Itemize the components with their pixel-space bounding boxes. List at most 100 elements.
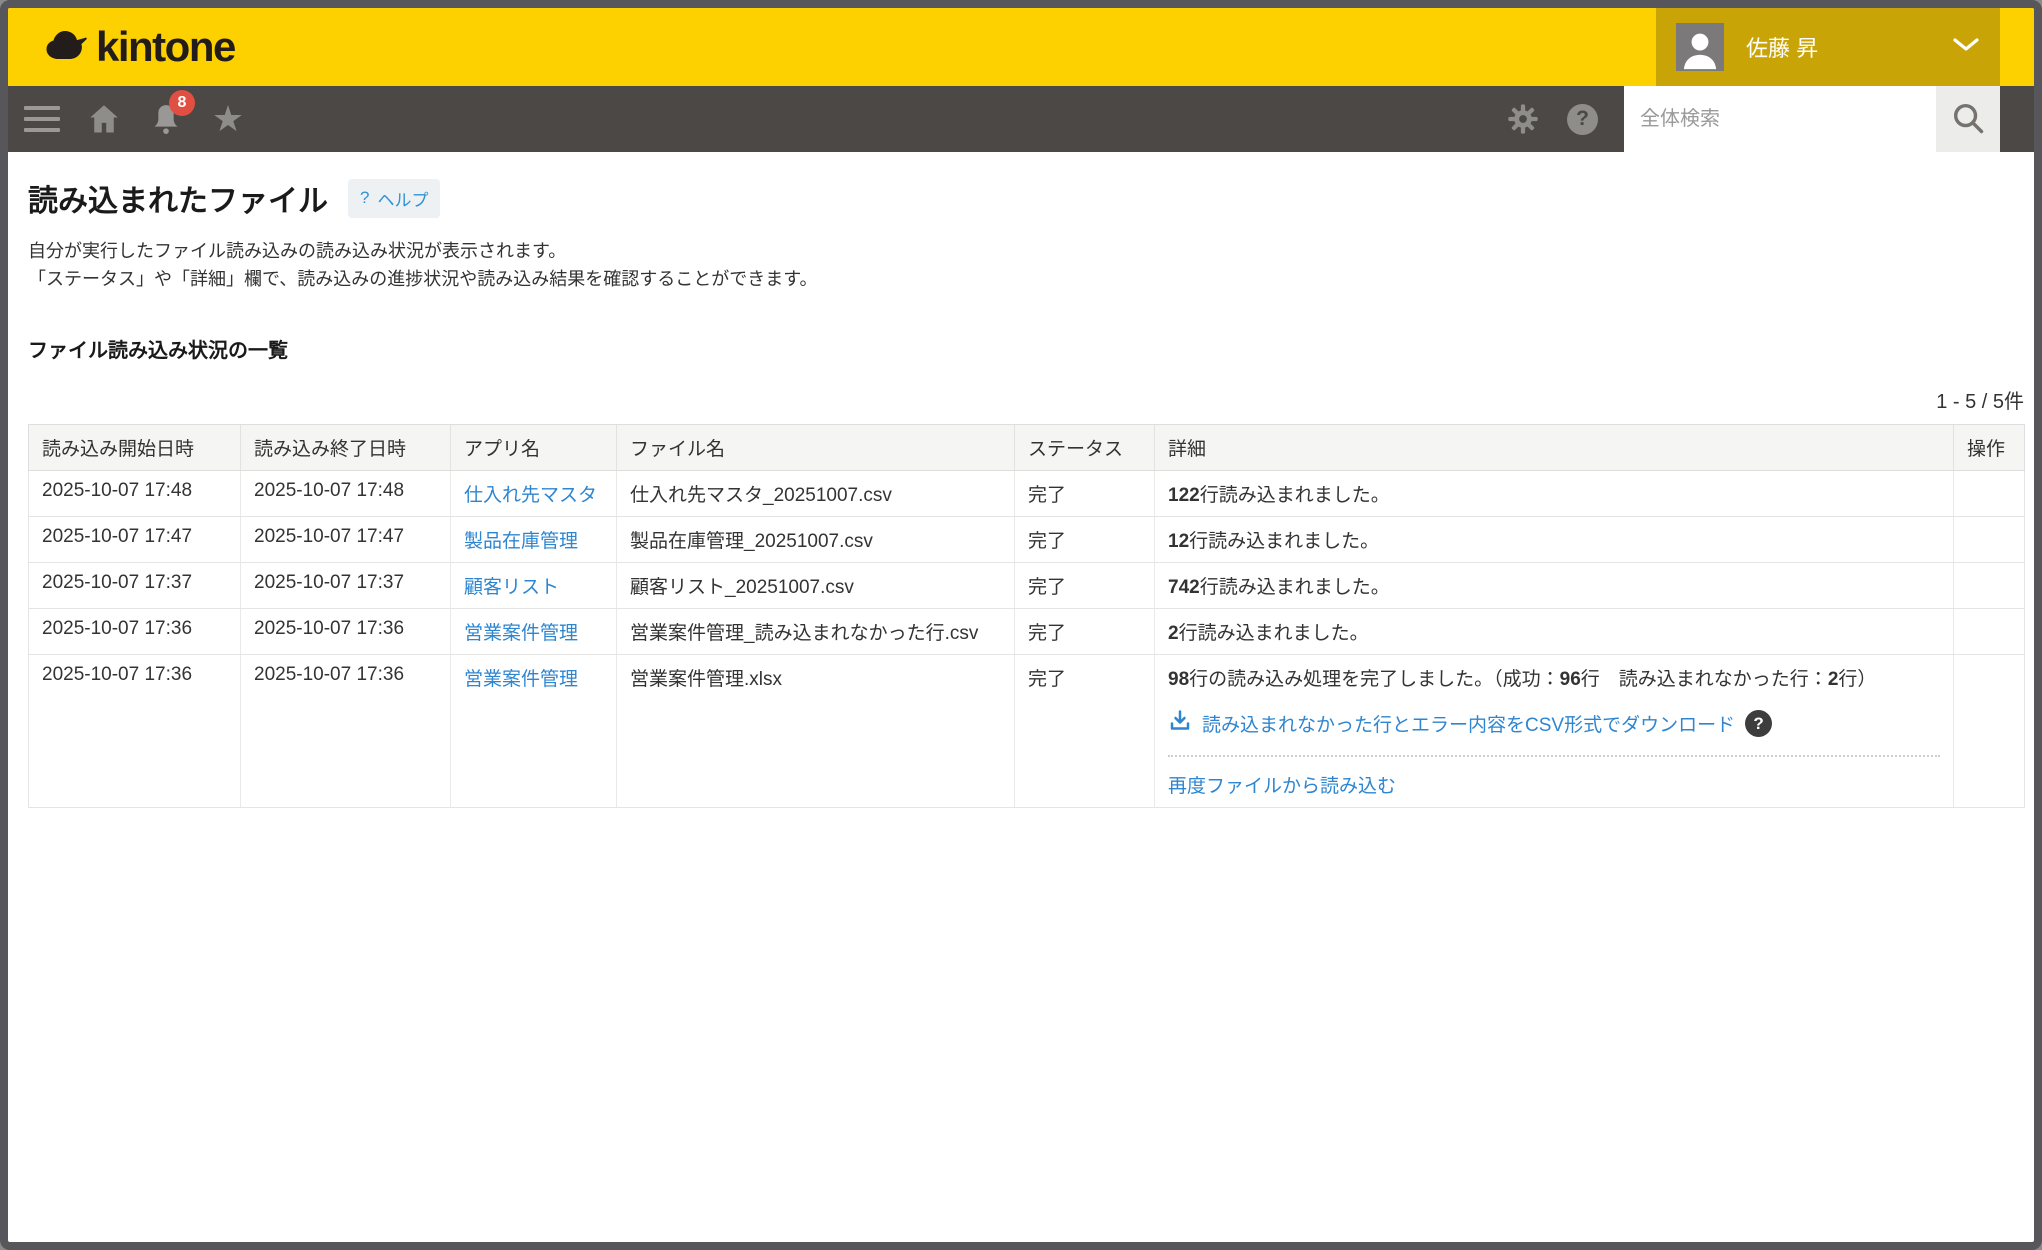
nav-left-icons: 8 ★ [8,96,248,142]
end-time-cell: 2025-10-07 17:48 [241,470,451,516]
notifications-bell-icon[interactable]: 8 [146,96,186,142]
app-link[interactable]: 仕入れ先マスタ [464,485,597,506]
app-name-cell: 顧客リスト [451,562,617,608]
table-row: 2025-10-07 17:48 2025-10-07 17:48 仕入れ先マス… [29,470,2025,516]
end-time-cell: 2025-10-07 17:47 [241,516,451,562]
notification-badge: 8 [169,90,195,116]
detail-row-count: 2 [1168,623,1179,644]
user-menu[interactable]: 佐藤 昇 [1656,8,2000,86]
detail-text: 行読み込まれました。 [1200,577,1390,598]
chevron-down-icon [1952,37,1980,58]
import-status-table: 読み込み開始日時 読み込み終了日時 アプリ名 ファイル名 ステータス 詳細 操作… [28,424,2025,808]
col-header-start-time: 読み込み開始日時 [29,424,241,470]
action-cell [1954,608,2025,654]
question-icon: ? [360,188,369,208]
action-cell [1954,516,2025,562]
summary-text: 行の読み込み処理を完了しました。（成功： [1189,669,1560,690]
detail-text: 行読み込まれました。 [1179,623,1369,644]
app-link[interactable]: 顧客リスト [464,577,559,598]
help-icon[interactable]: ? [1567,104,1598,135]
kintone-logo[interactable]: kintone [8,23,235,71]
file-name-cell: 営業案件管理.xlsx [617,654,1015,807]
success-rows-count: 96 [1560,669,1581,690]
top-bar: kintone 佐藤 昇 [8,8,2034,86]
detail-row-count: 742 [1168,577,1200,598]
status-cell: 完了 [1015,562,1155,608]
action-cell [1954,654,2025,807]
search-icon [1950,100,1986,139]
page-content: 読み込まれたファイル ? ヘルプ 自分が実行したファイル読み込みの読み込み状況が… [8,152,2034,808]
nav-right-cluster: ? [1503,86,2034,152]
end-time-cell: 2025-10-07 17:37 [241,562,451,608]
app-link[interactable]: 営業案件管理 [464,669,578,690]
col-header-file-name: ファイル名 [617,424,1015,470]
user-avatar-icon [1676,23,1724,71]
detail-cell: 122行読み込まれました。 [1155,470,1954,516]
page-title: 読み込まれたファイル [28,176,328,220]
file-name-cell: 仕入れ先マスタ_20251007.csv [617,470,1015,516]
status-cell: 完了 [1015,470,1155,516]
start-time-cell: 2025-10-07 17:48 [29,470,241,516]
section-title: ファイル読み込み状況の一覧 [28,334,2018,363]
end-time-cell: 2025-10-07 17:36 [241,654,451,807]
logo-wordmark: kintone [96,23,235,71]
search-input[interactable] [1624,86,1936,152]
col-header-status: ステータス [1015,424,1155,470]
cloud-logo-icon [44,28,90,67]
summary-text: 行 読み込まれなかった行： [1581,669,1828,690]
download-icon [1168,709,1192,739]
col-header-detail: 詳細 [1155,424,1954,470]
search-button[interactable] [1936,86,2000,152]
end-time-cell: 2025-10-07 17:36 [241,608,451,654]
detail-row-count: 12 [1168,531,1189,552]
col-header-app-name: アプリ名 [451,424,617,470]
import-summary: 98行の読み込み処理を完了しました。（成功：96行 読み込まれなかった行：2行） [1168,664,1940,691]
favorites-star-icon[interactable]: ★ [208,96,248,142]
detail-row-count: 122 [1168,485,1200,506]
table-row: 2025-10-07 17:36 2025-10-07 17:36 営業案件管理… [29,654,2025,807]
page-help-link[interactable]: ? ヘルプ [348,179,440,218]
global-search [1624,86,2000,152]
hamburger-menu-icon[interactable] [22,96,62,142]
file-name-cell: 顧客リスト_20251007.csv [617,562,1015,608]
download-help-icon[interactable]: ? [1745,710,1772,737]
help-label: ヘルプ [377,186,428,211]
detail-cell: 2行読み込まれました。 [1155,608,1954,654]
description-line-2: 「ステータス」や「詳細」欄で、読み込みの進捗状況や読み込み結果を確認することがで… [28,266,2018,294]
summary-text: 行） [1838,669,1876,690]
start-time-cell: 2025-10-07 17:47 [29,516,241,562]
nav-bar: 8 ★ [8,86,2034,152]
download-error-csv-link[interactable]: 読み込まれなかった行とエラー内容をCSV形式でダウンロード [1202,710,1735,737]
table-header-row: 読み込み開始日時 読み込み終了日時 アプリ名 ファイル名 ステータス 詳細 操作 [29,424,2025,470]
failed-rows-count: 2 [1828,669,1839,690]
app-name-cell: 営業案件管理 [451,608,617,654]
pagination-count: 1 - 5 / 5件 [28,385,2024,414]
action-cell [1954,470,2025,516]
start-time-cell: 2025-10-07 17:36 [29,654,241,807]
start-time-cell: 2025-10-07 17:37 [29,562,241,608]
detail-cell: 12行読み込まれました。 [1155,516,1954,562]
table-row: 2025-10-07 17:47 2025-10-07 17:47 製品在庫管理… [29,516,2025,562]
app-name-cell: 営業案件管理 [451,654,617,807]
file-name-cell: 営業案件管理_読み込まれなかった行.csv [617,608,1015,654]
retry-import-link[interactable]: 再度ファイルから読み込む [1168,776,1396,797]
app-link[interactable]: 製品在庫管理 [464,531,578,552]
home-icon[interactable] [84,96,124,142]
table-row: 2025-10-07 17:36 2025-10-07 17:36 営業案件管理… [29,608,2025,654]
status-cell: 完了 [1015,654,1155,807]
detail-text: 行読み込まれました。 [1200,485,1390,506]
detail-divider [1168,755,1940,757]
status-cell: 完了 [1015,608,1155,654]
user-name: 佐藤 昇 [1746,31,1952,63]
app-window: kintone 佐藤 昇 [0,0,2042,1250]
page-description: 自分が実行したファイル読み込みの読み込み状況が表示されます。 「ステータス」や「… [28,238,2018,294]
app-link[interactable]: 営業案件管理 [464,623,578,644]
col-header-end-time: 読み込み終了日時 [241,424,451,470]
status-cell: 完了 [1015,516,1155,562]
file-name-cell: 製品在庫管理_20251007.csv [617,516,1015,562]
settings-gear-icon[interactable] [1503,96,1543,142]
app-name-cell: 製品在庫管理 [451,516,617,562]
app-name-cell: 仕入れ先マスタ [451,470,617,516]
page-header: 読み込まれたファイル ? ヘルプ [28,176,2018,220]
col-header-action: 操作 [1954,424,2025,470]
